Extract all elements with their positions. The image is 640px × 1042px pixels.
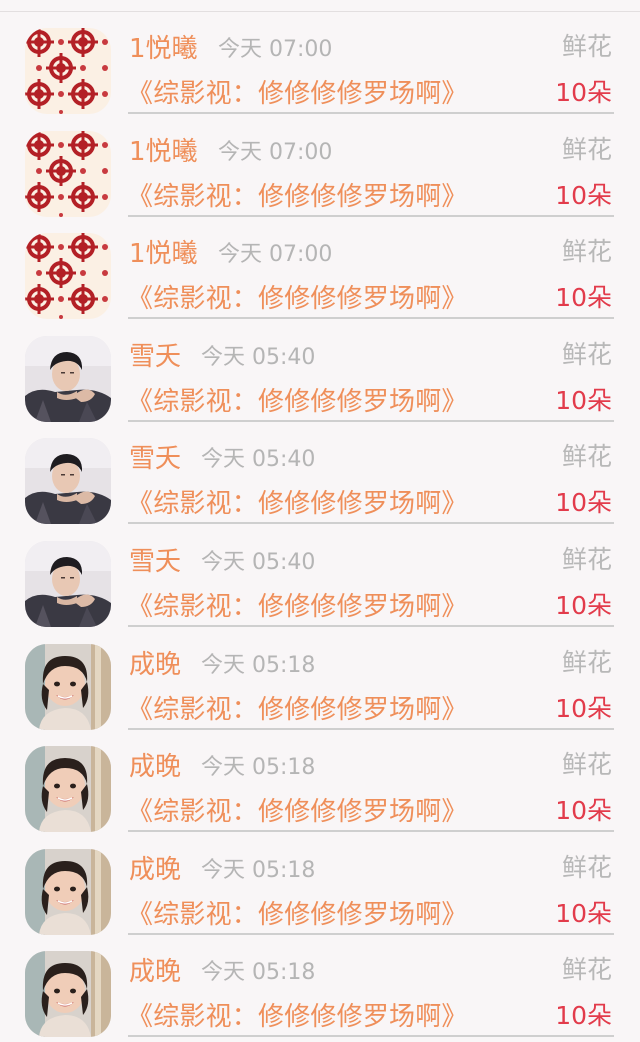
gift-count: 10朵 (555, 78, 612, 107)
timestamp: 今天 07:00 (218, 139, 333, 165)
sender-name[interactable]: 雪夭 (129, 444, 181, 474)
gift-record-page: 1悦曦 今天 07:00 鲜花 《综影视：修修修修罗场啊》 10朵 1悦曦 今天… (0, 0, 640, 1042)
sender-name[interactable]: 1悦曦 (129, 137, 198, 167)
gift-count: 10朵 (555, 796, 612, 826)
gift-list: 1悦曦 今天 07:00 鲜花 《综影视：修修修修罗场啊》 10朵 1悦曦 今天… (0, 12, 640, 1038)
gift-count: 10朵 (555, 283, 612, 313)
gift-type: 鲜花 (561, 750, 612, 780)
timestamp: 今天 05:40 (201, 549, 316, 575)
sender-name[interactable]: 成晚 (129, 650, 181, 680)
book-title[interactable]: 《综影视：修修修修罗场啊》 (127, 899, 468, 931)
book-title[interactable]: 《综影视：修修修修罗场啊》 (127, 386, 468, 418)
timestamp: 今天 05:40 (201, 344, 316, 370)
gift-type: 鲜花 (561, 852, 612, 882)
sender-name[interactable]: 雪夭 (129, 342, 181, 372)
gift-row[interactable]: 1悦曦 今天 07:00 鲜花 《综影视：修修修修罗场啊》 10朵 (0, 115, 640, 218)
timestamp: 今天 05:18 (201, 857, 316, 883)
avatar-paper-cut-pattern-icon[interactable] (25, 130, 111, 217)
gift-row[interactable]: 成晚 今天 05:18 鲜花 《综影视：修修修修罗场啊》 10朵 (0, 935, 640, 1038)
sender-name[interactable]: 成晚 (129, 752, 181, 782)
book-title[interactable]: 《综影视：修修修修罗场啊》 (127, 591, 468, 623)
avatar[interactable] (25, 643, 111, 730)
sender-name[interactable]: 1悦曦 (129, 239, 198, 269)
book-title[interactable]: 《综影视：修修修修罗场啊》 (127, 78, 468, 110)
avatar[interactable] (25, 540, 111, 627)
gift-count: 10朵 (555, 180, 612, 210)
book-title[interactable]: 《综影视：修修修修罗场啊》 (127, 488, 468, 520)
gift-count: 10朵 (555, 488, 612, 518)
sender-name[interactable]: 成晚 (129, 855, 181, 885)
gift-type: 鲜花 (561, 442, 612, 472)
timestamp: 今天 05:18 (201, 755, 316, 781)
avatar[interactable] (25, 335, 111, 422)
gift-row[interactable]: 成晚 今天 05:18 鲜花 《综影视：修修修修罗场啊》 10朵 (0, 730, 640, 833)
sender-name[interactable]: 成晚 (129, 957, 181, 987)
avatar-paper-cut-pattern-icon[interactable] (25, 28, 111, 114)
gift-type: 鲜花 (561, 647, 612, 677)
sender-name[interactable]: 雪夭 (129, 547, 181, 577)
avatar-paper-cut-pattern-icon[interactable] (25, 233, 111, 320)
gift-row[interactable]: 1悦曦 今天 07:00 鲜花 《综影视：修修修修罗场啊》 10朵 (0, 12, 640, 115)
gift-count: 10朵 (555, 898, 612, 928)
book-title[interactable]: 《综影视：修修修修罗场啊》 (127, 181, 468, 213)
book-title[interactable]: 《综影视：修修修修罗场啊》 (127, 1001, 468, 1033)
avatar[interactable] (25, 848, 111, 935)
timestamp: 今天 05:18 (201, 652, 316, 678)
timestamp: 今天 05:40 (201, 447, 316, 473)
book-title[interactable]: 《综影视：修修修修罗场啊》 (127, 694, 468, 726)
gift-row[interactable]: 1悦曦 今天 07:00 鲜花 《综影视：修修修修罗场啊》 10朵 (0, 217, 640, 320)
gift-count: 10朵 (555, 385, 612, 415)
avatar[interactable] (25, 951, 111, 1038)
timestamp: 今天 07:00 (218, 37, 333, 62)
book-title[interactable]: 《综影视：修修修修罗场啊》 (127, 283, 468, 315)
gift-type: 鲜花 (561, 237, 612, 267)
gift-type: 鲜花 (561, 544, 612, 574)
avatar[interactable] (25, 438, 111, 525)
gift-row[interactable]: 雪夭 今天 05:40 鲜花 《综影视：修修修修罗场啊》 10朵 (0, 525, 640, 628)
row-divider (128, 1035, 614, 1038)
timestamp: 今天 07:00 (218, 242, 333, 268)
gift-count: 10朵 (555, 693, 612, 723)
gift-count: 10朵 (555, 590, 612, 620)
book-title[interactable]: 《综影视：修修修修罗场啊》 (127, 796, 468, 828)
gift-row[interactable]: 雪夭 今天 05:40 鲜花 《综影视：修修修修罗场啊》 10朵 (0, 422, 640, 525)
gift-row[interactable]: 成晚 今天 05:18 鲜花 《综影视：修修修修罗场啊》 10朵 (0, 833, 640, 936)
gift-type: 鲜花 (561, 955, 612, 985)
gift-type: 鲜花 (561, 339, 612, 369)
sender-name[interactable]: 1悦曦 (129, 34, 198, 64)
gift-type: 鲜花 (561, 134, 612, 164)
gift-row[interactable]: 雪夭 今天 05:40 鲜花 《综影视：修修修修罗场啊》 10朵 (0, 320, 640, 423)
timestamp: 今天 05:18 (201, 960, 316, 986)
avatar[interactable] (25, 746, 111, 833)
gift-type: 鲜花 (561, 32, 612, 61)
gift-count: 10朵 (555, 1001, 612, 1031)
gift-row[interactable]: 成晚 今天 05:18 鲜花 《综影视：修修修修罗场啊》 10朵 (0, 628, 640, 731)
